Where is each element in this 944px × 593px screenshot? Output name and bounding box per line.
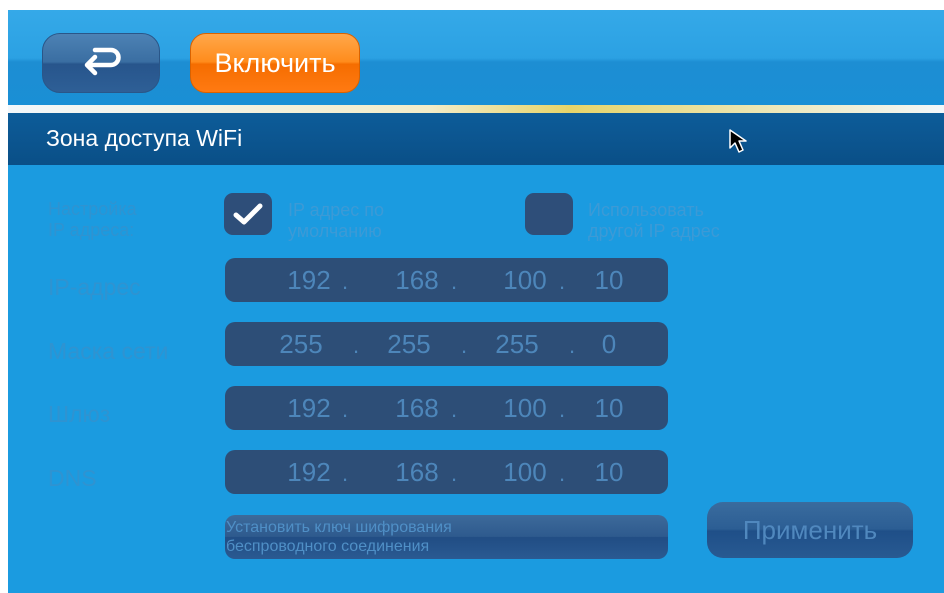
section-title: Зона доступа WiFi	[46, 125, 243, 151]
encryption-key-line2: беспроводного соединения	[226, 538, 430, 555]
mask-octet-2: 255	[387, 329, 431, 359]
other-ip-label: Использовать другой IP адрес	[588, 200, 720, 242]
ip-separator: .	[559, 269, 566, 294]
ip-octet-4: 10	[594, 265, 624, 295]
ip-settings-label: Настройка IP адреса:	[48, 199, 137, 241]
ip-separator: .	[342, 269, 349, 294]
gateway-octet-2: 168	[395, 393, 439, 423]
gateway-separator: .	[342, 397, 349, 422]
section-header: Зона доступа WiFi	[8, 113, 944, 165]
header-divider	[8, 105, 944, 113]
apply-button[interactable]: Применить	[707, 502, 913, 558]
dns-octet-3: 100	[503, 457, 547, 487]
top-toolbar: Включить	[8, 10, 944, 105]
default-ip-label-line2: умолчанию	[288, 221, 382, 241]
set-encryption-key-button[interactable]: Установить ключ шифрования беспроводного…	[225, 515, 668, 559]
subnet-mask-label: Маска сети	[48, 338, 169, 364]
dns-separator: .	[451, 461, 458, 486]
gateway-label: Шлюз	[48, 401, 111, 427]
other-ip-checkbox[interactable]	[525, 193, 573, 235]
mask-octet-1: 255	[279, 329, 323, 359]
mouse-cursor-icon	[729, 129, 747, 153]
gateway-separator: .	[451, 397, 458, 422]
mask-separator: .	[353, 333, 360, 358]
dns-octet-1: 192	[287, 457, 331, 487]
ip-octet-3: 100	[503, 265, 547, 295]
dns-separator: .	[342, 461, 349, 486]
mask-octet-4: 0	[601, 329, 617, 359]
gateway-octet-4: 10	[594, 393, 624, 423]
gateway-field[interactable]: 192 . 168 . 100 . 10	[225, 386, 668, 430]
ip-octet-2: 168	[395, 265, 439, 295]
ip-settings-label-line1: Настройка	[48, 199, 137, 219]
gateway-octet-3: 100	[503, 393, 547, 423]
other-ip-label-line2: другой IP адрес	[588, 221, 720, 241]
mask-octet-3: 255	[495, 329, 539, 359]
enable-button[interactable]: Включить	[190, 33, 360, 93]
default-ip-checkbox[interactable]	[224, 193, 272, 235]
gateway-octet-1: 192	[287, 393, 331, 423]
default-ip-label: IP адрес по умолчанию	[288, 200, 384, 242]
dns-octet-2: 168	[395, 457, 439, 487]
ip-address-field[interactable]: 192 . 168 . 100 . 10	[225, 258, 668, 302]
subnet-mask-field[interactable]: 255 . 255 . 255 . 0	[225, 322, 668, 366]
gateway-separator: .	[559, 397, 566, 422]
default-ip-label-line1: IP адрес по	[288, 200, 384, 220]
encryption-key-line1: Установить ключ шифрования	[226, 519, 452, 536]
ip-settings-label-line2: IP адреса:	[48, 220, 135, 240]
ip-address-label: IP-адрес	[48, 274, 141, 300]
mask-separator: .	[461, 333, 468, 358]
ip-octet-1: 192	[287, 265, 331, 295]
back-arrow-icon	[84, 47, 121, 76]
checkmark-icon	[233, 203, 263, 225]
dns-label: DNS	[48, 465, 97, 491]
ip-separator: .	[451, 269, 458, 294]
back-button[interactable]	[42, 33, 160, 93]
dns-field[interactable]: 192 . 168 . 100 . 10	[225, 450, 668, 494]
other-ip-label-line1: Использовать	[588, 200, 704, 220]
dns-octet-4: 10	[594, 457, 624, 487]
dns-separator: .	[559, 461, 566, 486]
screen: Включить Зона доступа WiFi Настройка IP …	[8, 10, 944, 593]
